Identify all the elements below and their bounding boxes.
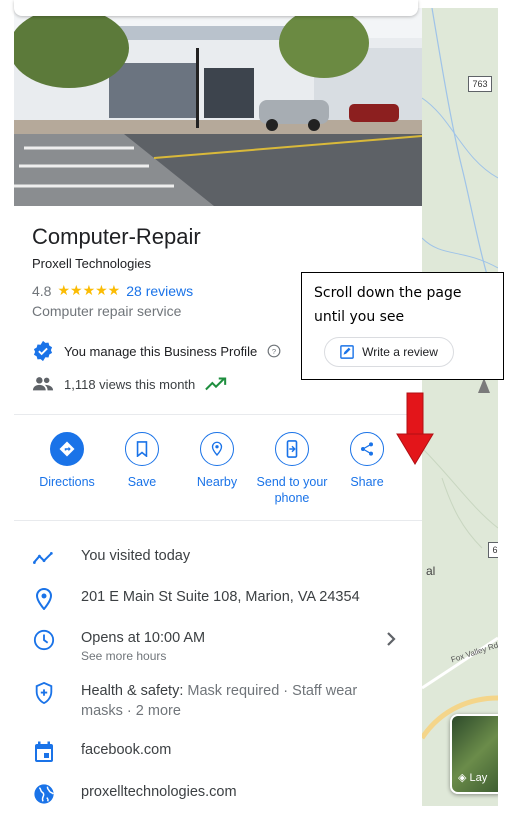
layers-text: Lay	[469, 772, 488, 784]
instruction-text: Scroll down the page until you see	[314, 285, 462, 325]
directions-label: Directions	[39, 475, 95, 489]
rating-value: 4.8	[32, 282, 52, 299]
share-button[interactable]: Share	[327, 432, 407, 490]
activity-icon	[32, 546, 56, 570]
divider	[14, 520, 422, 521]
calendar-icon	[32, 740, 56, 764]
write-review-label: Write a review	[362, 345, 438, 359]
instruction-callout: Scroll down the page until you see Write…	[301, 272, 504, 380]
send-to-phone-label: Send to your phone	[256, 475, 328, 505]
directions-button[interactable]: Directions	[27, 432, 107, 490]
place-category[interactable]: Computer repair service	[32, 303, 181, 319]
storefront-photo	[14, 8, 422, 206]
share-label: Share	[350, 475, 384, 489]
visited-row[interactable]: You visited today	[32, 546, 412, 570]
views-text: 1,118 views this month	[64, 376, 196, 392]
route-badge-secondary: 6	[488, 542, 498, 558]
clock-icon	[32, 628, 56, 652]
more-hours-link[interactable]: See more hours	[81, 648, 205, 664]
svg-text:?: ?	[272, 347, 276, 356]
website-link[interactable]: proxelltechnologies.com	[81, 782, 237, 802]
directions-icon	[50, 432, 84, 466]
search-bar-edge[interactable]	[14, 0, 418, 16]
rating-row: 4.8 ★★★★★ 28 reviews	[32, 282, 193, 299]
place-title: Computer-Repair	[32, 224, 201, 249]
chevron-right-icon[interactable]	[384, 630, 398, 648]
health-label: Health & safety:	[81, 683, 184, 699]
facebook-link[interactable]: facebook.com	[81, 740, 171, 760]
bookmark-icon	[125, 432, 159, 466]
location-pin-icon	[32, 587, 56, 611]
people-icon	[32, 377, 54, 391]
manage-profile-text: You manage this Business Profile	[64, 343, 258, 359]
nearby-button[interactable]: Nearby	[177, 432, 257, 490]
health-shield-icon	[32, 681, 56, 705]
scroll-down-arrow-icon	[396, 392, 434, 465]
views-row: 1,118 views this month	[32, 376, 227, 392]
facebook-row[interactable]: facebook.com	[32, 740, 412, 764]
place-photo[interactable]	[14, 8, 422, 206]
route-badge: 763	[468, 76, 492, 92]
share-icon	[350, 432, 384, 466]
send-to-phone-button[interactable]: Send to your phone	[252, 432, 332, 506]
send-to-phone-icon	[275, 432, 309, 466]
trending-up-icon	[205, 377, 227, 391]
write-review-button[interactable]: Write a review	[324, 337, 454, 367]
save-label: Save	[127, 475, 157, 489]
star-rating-icon: ★★★★★	[57, 282, 121, 298]
layers-icon: ◈	[458, 772, 467, 784]
address-row[interactable]: 201 E Main St Suite 108, Marion, VA 2435…	[32, 587, 412, 611]
save-button[interactable]: Save	[102, 432, 182, 490]
website-row[interactable]: proxelltechnologies.com	[32, 782, 412, 806]
manage-profile-row[interactable]: You manage this Business Profile ?	[32, 340, 281, 362]
nearby-label: Nearby	[196, 475, 238, 489]
layers-label: ◈ Lay	[458, 771, 487, 784]
layers-button[interactable]: ◈ Lay	[450, 714, 498, 794]
address-text: 201 E Main St Suite 108, Marion, VA 2435…	[81, 589, 360, 605]
place-owner: Proxell Technologies	[32, 256, 151, 271]
reviews-link[interactable]: 28 reviews	[126, 283, 193, 299]
nearby-icon	[200, 432, 234, 466]
action-bar: Directions Save Nearby Send to your phon…	[22, 432, 414, 512]
visited-text: You visited today	[81, 548, 191, 564]
write-review-icon	[340, 345, 354, 359]
health-safety-row[interactable]: Health & safety: Mask required · Staff w…	[32, 681, 412, 721]
help-icon[interactable]: ?	[267, 344, 281, 358]
hours-text: Opens at 10:00 AM	[81, 630, 206, 646]
globe-icon	[32, 782, 56, 806]
verified-badge-icon	[33, 340, 53, 362]
map-place-label: al	[426, 564, 436, 578]
hours-row[interactable]: Opens at 10:00 AM See more hours	[32, 628, 412, 664]
divider	[14, 414, 422, 415]
